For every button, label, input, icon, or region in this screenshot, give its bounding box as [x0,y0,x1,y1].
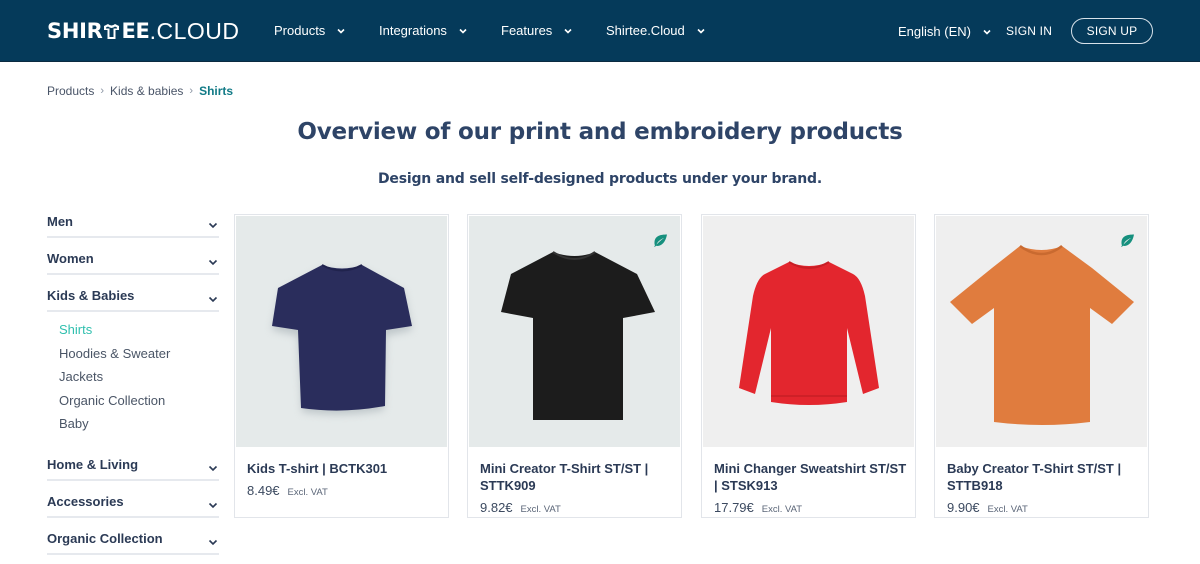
subcategory-jackets[interactable]: Jackets [59,368,219,392]
sign-up-button[interactable]: SIGN UP [1071,18,1153,44]
red-sweatshirt-icon [739,261,879,405]
chevron-down-icon [208,497,218,508]
breadcrumb-products[interactable]: Products [47,84,94,98]
category-label: Women [47,251,94,266]
product-info: Baby Creator T-Shirt ST/ST | STTB918 9.9… [947,460,1140,515]
sign-up-label: SIGN UP [1086,24,1138,38]
black-tshirt-icon [501,251,655,420]
chevron-down-icon [208,460,218,471]
chevron-down-icon [336,27,346,35]
logo-text-thin: .CLOUD [149,17,240,44]
sidebar-category-home-living[interactable]: Home & Living [47,448,219,481]
category-label: Home & Living [47,456,139,472]
chevron-down-icon [982,28,992,36]
nav-integrations-label: Integrations [379,23,447,38]
nav-shirtee-cloud-label: Shirtee.Cloud [606,23,685,38]
product-info: Kids T-shirt | BCTK301 8.49€ Excl. VAT [247,460,440,498]
sidebar-category-accessories[interactable]: Accessories [47,485,219,518]
product-price: 8.49€ [247,483,280,498]
language-label: English (EN) [898,24,971,39]
chevron-down-icon [563,27,573,35]
logo-text-bold-prefix: SHIR [47,19,103,43]
chevron-down-icon [208,254,218,266]
subcategory-hoodies-sweater[interactable]: Hoodies & Sweater [59,345,219,369]
nav-products-label: Products [274,23,326,38]
product-image[interactable] [469,216,680,447]
language-selector[interactable]: English (EN) [898,24,992,39]
breadcrumb-separator: › [100,85,105,97]
product-name[interactable]: Kids T-shirt | BCTK301 [247,460,440,477]
shirtee-cloud-logo[interactable]: SHIR EE .CLOUD [47,18,239,44]
product-name[interactable]: Baby Creator T-Shirt ST/ST | STTB918 [947,460,1140,494]
product-price: 9.82€ [480,500,513,515]
subcategory-baby[interactable]: Baby [59,415,219,439]
breadcrumb: Products › Kids & babies › Shirts [47,84,233,98]
vat-note: Excl. VAT [520,504,561,515]
chevron-down-icon [208,534,218,545]
category-label: Kids & Babies [47,288,135,303]
product-card[interactable]: Kids T-shirt | BCTK301 8.49€ Excl. VAT [234,214,449,518]
organic-leaf-icon [653,234,668,247]
breadcrumb-separator: › [189,85,194,97]
nav-features-label: Features [501,23,553,38]
product-price: 9.90€ [947,500,980,515]
category-label: Accessories [47,493,124,509]
tshirt-logo-icon [103,23,120,40]
category-label: Organic Collection [47,530,163,546]
category-sidebar: Men Women Kids & Babies Shirts Hoodies &… [47,205,219,559]
sidebar-category-kids-babies[interactable]: Kids & Babies [47,279,219,312]
product-card[interactable]: Mini Changer Sweatshirt ST/ST | STSK913 … [701,214,916,518]
sidebar-category-women[interactable]: Women [47,242,219,275]
vat-note: Excl. VAT [761,504,803,515]
breadcrumb-kids-babies[interactable]: Kids & babies [110,84,183,98]
sidebar-category-organic-collection[interactable]: Organic Collection [47,522,219,555]
kids-subcategory-list: Shirts Hoodies & Sweater Jackets Organic… [47,312,219,448]
orange-tshirt-icon [950,244,1134,425]
top-navigation-bar: SHIR EE .CLOUD Products Integrations Fea… [0,0,1200,62]
product-name[interactable]: Mini Changer Sweatshirt ST/ST | STSK913 [714,460,907,494]
nav-features[interactable]: Features [501,23,573,38]
vat-note: Excl. VAT [287,487,328,498]
nav-products[interactable]: Products [274,23,346,38]
product-info: Mini Changer Sweatshirt ST/ST | STSK913 … [714,460,907,515]
product-name[interactable]: Mini Creator T-Shirt ST/ST | STTK909 [480,460,673,494]
chevron-down-icon [208,291,218,303]
product-image[interactable] [703,216,914,447]
product-card[interactable]: Baby Creator T-Shirt ST/ST | STTB918 9.9… [934,214,1149,518]
nav-integrations[interactable]: Integrations [379,23,468,38]
product-image[interactable] [236,216,447,447]
page-subtitle: Design and sell self-designed products u… [378,171,822,187]
logo-text-bold-suffix: EE [121,19,150,43]
subcategory-shirts[interactable]: Shirts [59,321,219,345]
vat-note: Excl. VAT [987,504,1028,515]
chevron-down-icon [696,27,706,35]
page-title: Overview of our print and embroidery pro… [297,119,903,145]
navy-tshirt-icon [272,264,412,415]
product-info: Mini Creator T-Shirt ST/ST | STTK909 9.8… [480,460,673,515]
sidebar-category-men[interactable]: Men [47,205,219,238]
breadcrumb-current: Shirts [199,84,234,98]
product-card[interactable]: Mini Creator T-Shirt ST/ST | STTK909 9.8… [467,214,682,518]
chevron-down-icon [208,217,218,229]
subcategory-organic-collection[interactable]: Organic Collection [59,392,219,416]
chevron-down-icon [458,27,468,35]
organic-leaf-icon [1120,234,1135,247]
nav-shirtee-cloud[interactable]: Shirtee.Cloud [606,23,706,38]
product-image[interactable] [936,216,1147,447]
category-label: Men [47,214,73,229]
product-price: 17.79€ [714,500,754,515]
sign-in-link[interactable]: SIGN IN [1006,24,1052,38]
